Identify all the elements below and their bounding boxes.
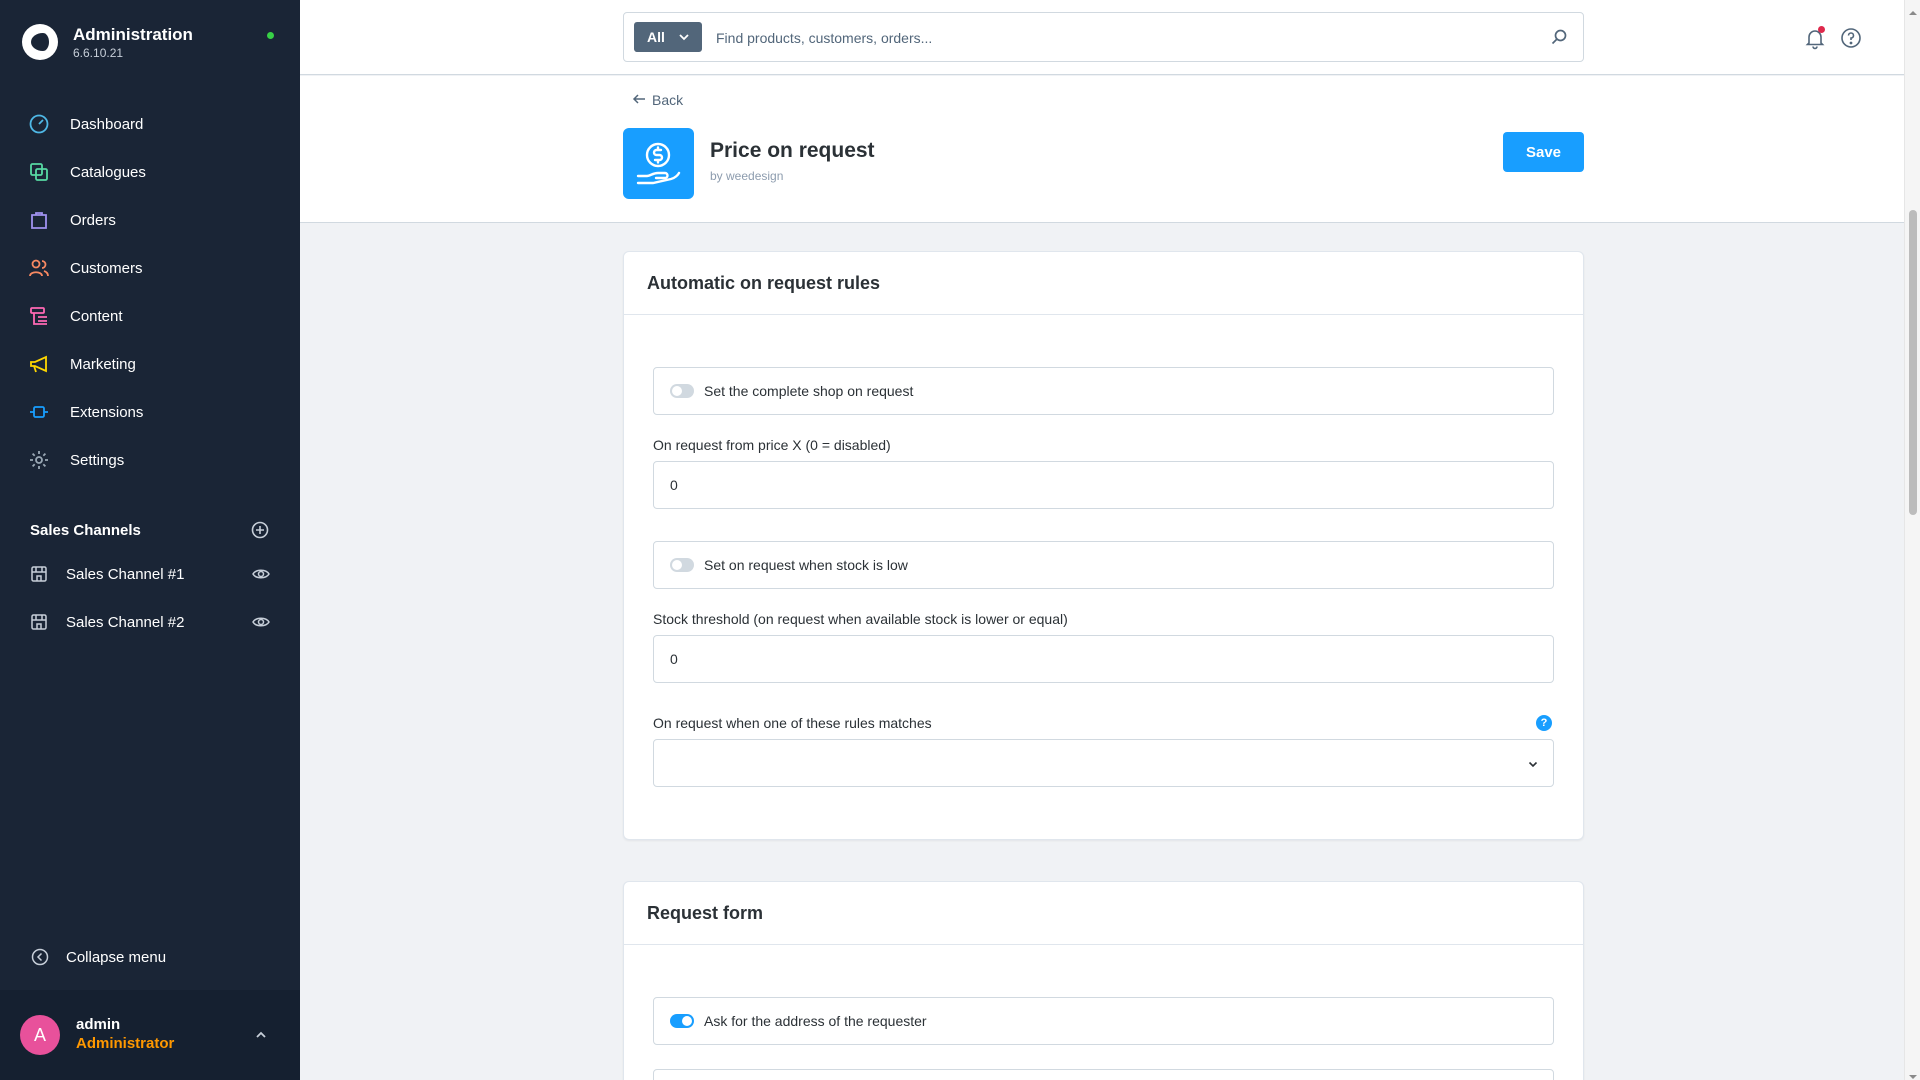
- nav-label: Customers: [70, 259, 143, 277]
- nav-item-extensions[interactable]: Extensions: [0, 388, 300, 436]
- next-field: [653, 1069, 1554, 1080]
- sales-channel-label: Sales Channel #1: [66, 565, 185, 583]
- dashboard-icon: [28, 113, 50, 135]
- sales-channel-list: Sales Channel #1 Sales Channel #2: [0, 550, 300, 646]
- nav-item-catalogues[interactable]: Catalogues: [0, 148, 300, 196]
- price-threshold-label: On request from price X (0 = disabled): [653, 437, 891, 453]
- stock-low-field: Set on request when stock is low: [653, 541, 1554, 589]
- orders-icon: [28, 209, 50, 231]
- collapse-menu-label: Collapse menu: [66, 948, 167, 966]
- automatic-rules-card: Automatic on request rules Set the compl…: [623, 251, 1584, 840]
- sales-channels-title: Sales Channels: [30, 522, 141, 539]
- request-form-card: Request form Ask for the address of the …: [623, 881, 1584, 1080]
- main-nav: Dashboard Catalogues Orders Customers Co…: [0, 100, 300, 484]
- nav-label: Content: [70, 307, 123, 325]
- nav-item-settings[interactable]: Settings: [0, 436, 300, 484]
- stock-threshold-input[interactable]: 0: [653, 635, 1554, 683]
- nav-label: Dashboard: [70, 115, 144, 133]
- notification-badge: [1818, 26, 1825, 33]
- storefront-icon: [30, 611, 48, 633]
- content-icon: [28, 305, 50, 327]
- chevron-down-icon: [678, 30, 690, 42]
- save-button[interactable]: Save: [1503, 132, 1584, 172]
- add-sales-channel-icon[interactable]: [250, 520, 270, 540]
- chevron-left-circle-icon: [30, 946, 50, 968]
- nav-item-content[interactable]: Content: [0, 292, 300, 340]
- card-title: Automatic on request rules: [647, 272, 881, 293]
- nav-label: Orders: [70, 211, 116, 229]
- search-type-select[interactable]: All: [634, 22, 702, 52]
- rules-select-label: On request when one of these rules match…: [653, 715, 932, 731]
- shop-on-request-field: Set the complete shop on request: [653, 367, 1554, 415]
- scroll-thumb[interactable]: [1909, 210, 1917, 515]
- toggle-label: Set on request when stock is low: [704, 557, 908, 573]
- ask-address-field: Ask for the address of the requester: [653, 997, 1554, 1045]
- brand: Administration 6.6.10.21: [22, 22, 278, 62]
- brand-title: Administration: [73, 25, 193, 44]
- extensions-icon: [28, 401, 50, 423]
- shop-on-request-toggle[interactable]: [670, 384, 694, 398]
- nav-label: Marketing: [70, 355, 136, 373]
- nav-item-marketing[interactable]: Marketing: [0, 340, 300, 388]
- nav-label: Extensions: [70, 403, 144, 421]
- nav-label: Settings: [70, 451, 125, 469]
- sidebar: Administration 6.6.10.21 Dashboard Catal…: [0, 0, 300, 1080]
- nav-item-customers[interactable]: Customers: [0, 244, 300, 292]
- page-header: Back Price on request by weedesign Save: [300, 76, 1904, 223]
- storefront-icon: [30, 563, 48, 585]
- toggle-label: Set the complete shop on request: [704, 383, 914, 399]
- notification-bell-icon[interactable]: [1803, 26, 1827, 50]
- user-name: admin: [76, 1016, 121, 1033]
- global-search: All: [623, 12, 1584, 62]
- shopware-logo-icon: [22, 24, 58, 60]
- page-title: Price on request: [710, 139, 875, 162]
- help-icon[interactable]: [1839, 26, 1863, 50]
- price-threshold-input[interactable]: 0: [653, 461, 1554, 509]
- back-link[interactable]: Back: [632, 92, 683, 108]
- page-scrollbar[interactable]: [1904, 0, 1920, 1080]
- customers-icon: [28, 257, 50, 279]
- toggle-label: Ask for the address of the requester: [704, 1013, 927, 1029]
- ask-address-toggle[interactable]: [670, 1014, 694, 1028]
- brand-version: 6.6.10.21: [73, 46, 124, 60]
- sales-channel-item[interactable]: Sales Channel #1: [0, 550, 300, 598]
- stock-threshold-label: Stock threshold (on request when availab…: [653, 611, 1068, 627]
- sales-channels-header: Sales Channels: [30, 520, 270, 540]
- scroll-down-arrow-icon[interactable]: [1909, 1068, 1917, 1079]
- rules-select[interactable]: [653, 739, 1554, 787]
- user-menu[interactable]: A admin Administrator: [0, 990, 300, 1080]
- chevron-down-icon: [1527, 757, 1539, 769]
- avatar: A: [20, 1015, 60, 1055]
- status-indicator: [267, 32, 274, 39]
- search-input[interactable]: [716, 25, 1516, 51]
- nav-label: Catalogues: [70, 163, 146, 181]
- collapse-menu-button[interactable]: Collapse menu: [30, 946, 166, 968]
- stock-low-toggle[interactable]: [670, 558, 694, 572]
- search-type-label: All: [647, 29, 665, 45]
- nav-item-dashboard[interactable]: Dashboard: [0, 100, 300, 148]
- marketing-icon: [28, 353, 50, 375]
- nav-item-orders[interactable]: Orders: [0, 196, 300, 244]
- back-label: Back: [652, 92, 684, 108]
- scroll-up-arrow-icon[interactable]: [1909, 4, 1917, 15]
- card-header: Request form: [624, 882, 1583, 945]
- price-on-request-app-icon: [623, 128, 694, 199]
- search-icon[interactable]: [1549, 27, 1569, 47]
- top-bar: All: [300, 0, 1904, 75]
- chevron-up-icon: [254, 1028, 268, 1042]
- settings-icon: [28, 449, 50, 471]
- user-role: Administrator: [76, 1035, 175, 1052]
- eye-icon[interactable]: [252, 565, 270, 583]
- catalogues-icon: [28, 161, 50, 183]
- card-title: Request form: [647, 902, 764, 923]
- help-tooltip-icon[interactable]: ?: [1536, 715, 1552, 731]
- app-vendor: by weedesign: [710, 169, 784, 183]
- sales-channel-item[interactable]: Sales Channel #2: [0, 598, 300, 646]
- arrow-left-icon: [632, 92, 646, 108]
- card-header: Automatic on request rules: [624, 252, 1583, 315]
- sales-channel-label: Sales Channel #2: [66, 613, 185, 631]
- eye-icon[interactable]: [252, 613, 270, 631]
